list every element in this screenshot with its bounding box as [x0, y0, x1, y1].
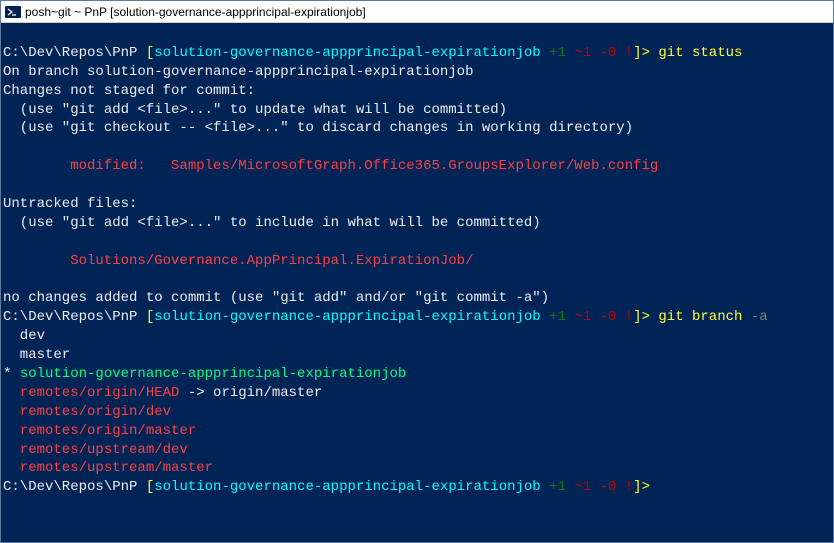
- prompt-line-2: C:\Dev\Repos\PnP [solution-governance-ap…: [3, 308, 831, 327]
- branch-master: master: [3, 346, 831, 365]
- no-changes-line: no changes added to commit (use "git add…: [3, 289, 831, 308]
- empty-line: [3, 25, 831, 44]
- terminal-window: posh~git ~ PnP [solution-governance-appp…: [0, 0, 834, 543]
- powershell-icon: [5, 4, 21, 20]
- branch-current: * solution-governance-appprincipal-expir…: [3, 365, 831, 384]
- window-title: posh~git ~ PnP [solution-governance-appp…: [25, 5, 366, 19]
- empty-line: [3, 176, 831, 195]
- empty-line: [3, 271, 831, 290]
- branch-remote: remotes/upstream/master: [3, 459, 831, 478]
- title-bar[interactable]: posh~git ~ PnP [solution-governance-appp…: [1, 1, 833, 23]
- prompt-line-1: C:\Dev\Repos\PnP [solution-governance-ap…: [3, 44, 831, 63]
- branch-remote: remotes/origin/dev: [3, 403, 831, 422]
- branch-dev: dev: [3, 327, 831, 346]
- terminal-body[interactable]: C:\Dev\Repos\PnP [solution-governance-ap…: [1, 23, 833, 542]
- branch-remote-head: remotes/origin/HEAD -> origin/master: [3, 384, 831, 403]
- untracked-header: Untracked files:: [3, 195, 831, 214]
- status-line: Changes not staged for commit:: [3, 82, 831, 101]
- untracked-hint: (use "git add <file>..." to include in w…: [3, 214, 831, 233]
- untracked-file: Solutions/Governance.AppPrincipal.Expira…: [3, 252, 831, 271]
- empty-line: [3, 138, 831, 157]
- status-line: (use "git add <file>..." to update what …: [3, 101, 831, 120]
- prompt-line-3: C:\Dev\Repos\PnP [solution-governance-ap…: [3, 478, 831, 497]
- status-line: (use "git checkout -- <file>..." to disc…: [3, 119, 831, 138]
- empty-line: [3, 233, 831, 252]
- status-line: On branch solution-governance-appprincip…: [3, 63, 831, 82]
- branch-remote: remotes/upstream/dev: [3, 441, 831, 460]
- branch-remote: remotes/origin/master: [3, 422, 831, 441]
- modified-file-line: modified: Samples/MicrosoftGraph.Office3…: [3, 157, 831, 176]
